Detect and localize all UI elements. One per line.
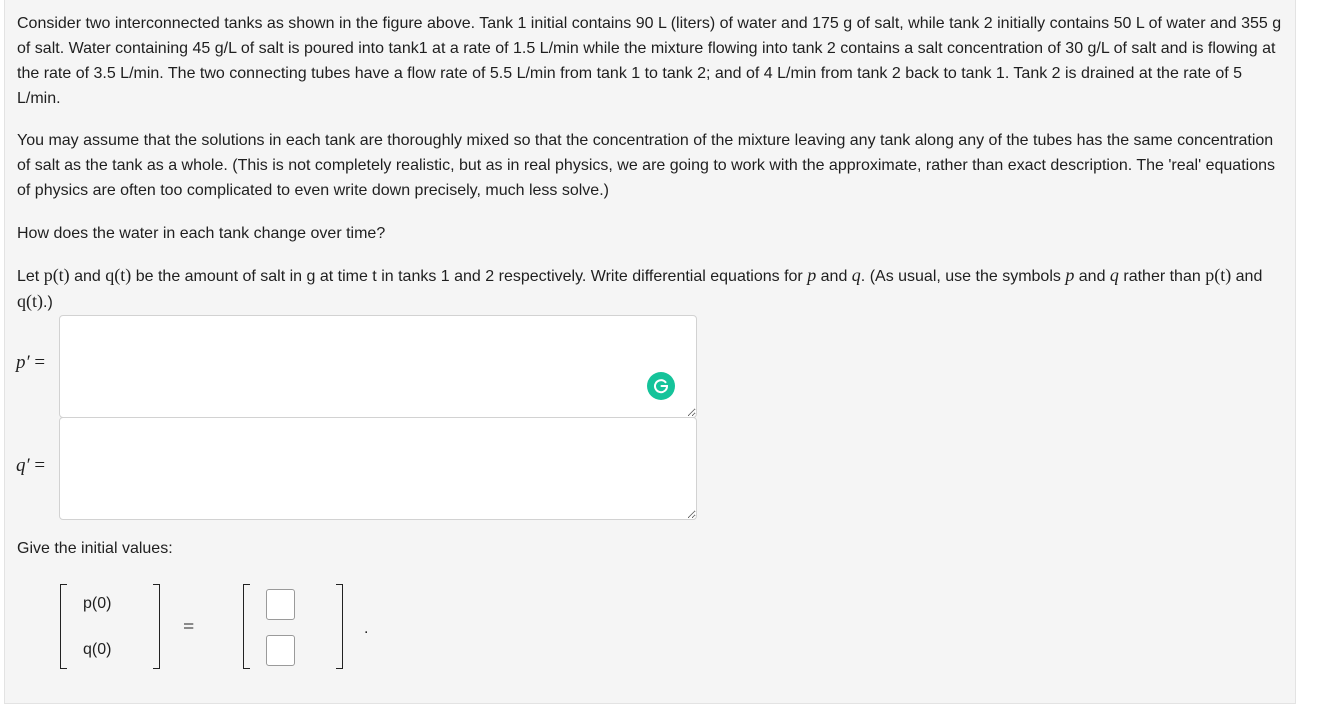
equals-sign: = [34,352,46,373]
grammarly-icon[interactable] [647,372,675,400]
text: Let [17,268,44,285]
vector-equals-sign: = [183,616,195,638]
equals-sign: = [34,455,46,476]
p-prime-label: p′ = [16,352,45,374]
right-bracket [336,584,343,669]
math-q: q [1109,265,1119,285]
left-bracket [60,584,67,669]
problem-paragraph-2: You may assume that the solutions in eac… [17,132,1275,199]
math-p: p [1065,265,1075,285]
q-prime-input[interactable] [59,417,697,520]
math-p-of-t: p(t) [1205,265,1232,285]
text: be the amount of salt in g at time t in … [131,268,808,285]
problem-paragraph-3: How does the water in each tank change o… [17,225,386,242]
terminator-period: . [364,620,369,637]
math-q-of-t: q(t) [105,265,132,285]
q-prime-symbol: q′ [16,455,30,476]
q-prime-label: q′ = [16,455,45,477]
p0-label: p(0) [83,595,112,612]
p-prime-symbol: p′ [16,352,30,373]
math-q-of-t: q(t) [17,291,43,311]
math-p-of-t: p(t) [43,265,70,285]
math-p: p [807,265,817,285]
initial-values-prompt: Give the initial values: [17,540,173,557]
text: and [1231,268,1263,285]
text: and [816,268,852,285]
p0-input[interactable] [266,589,295,620]
text: .) [43,294,53,311]
problem-paragraph-1: Consider two interconnected tanks as sho… [17,15,1282,107]
right-bracket [153,584,160,669]
math-q: q [851,265,861,285]
q0-label: q(0) [83,641,112,658]
text: and [1074,268,1110,285]
problem-paragraph-4: Let p(t) and q(t) be the amount of salt … [17,263,1289,315]
grammarly-g-glyph [654,379,669,394]
p-prime-input[interactable] [59,315,697,418]
text: . (As usual, use the symbols [860,268,1066,285]
q0-input[interactable] [266,635,295,666]
text: and [69,268,106,285]
left-bracket [243,584,250,669]
text: rather than [1118,268,1206,285]
